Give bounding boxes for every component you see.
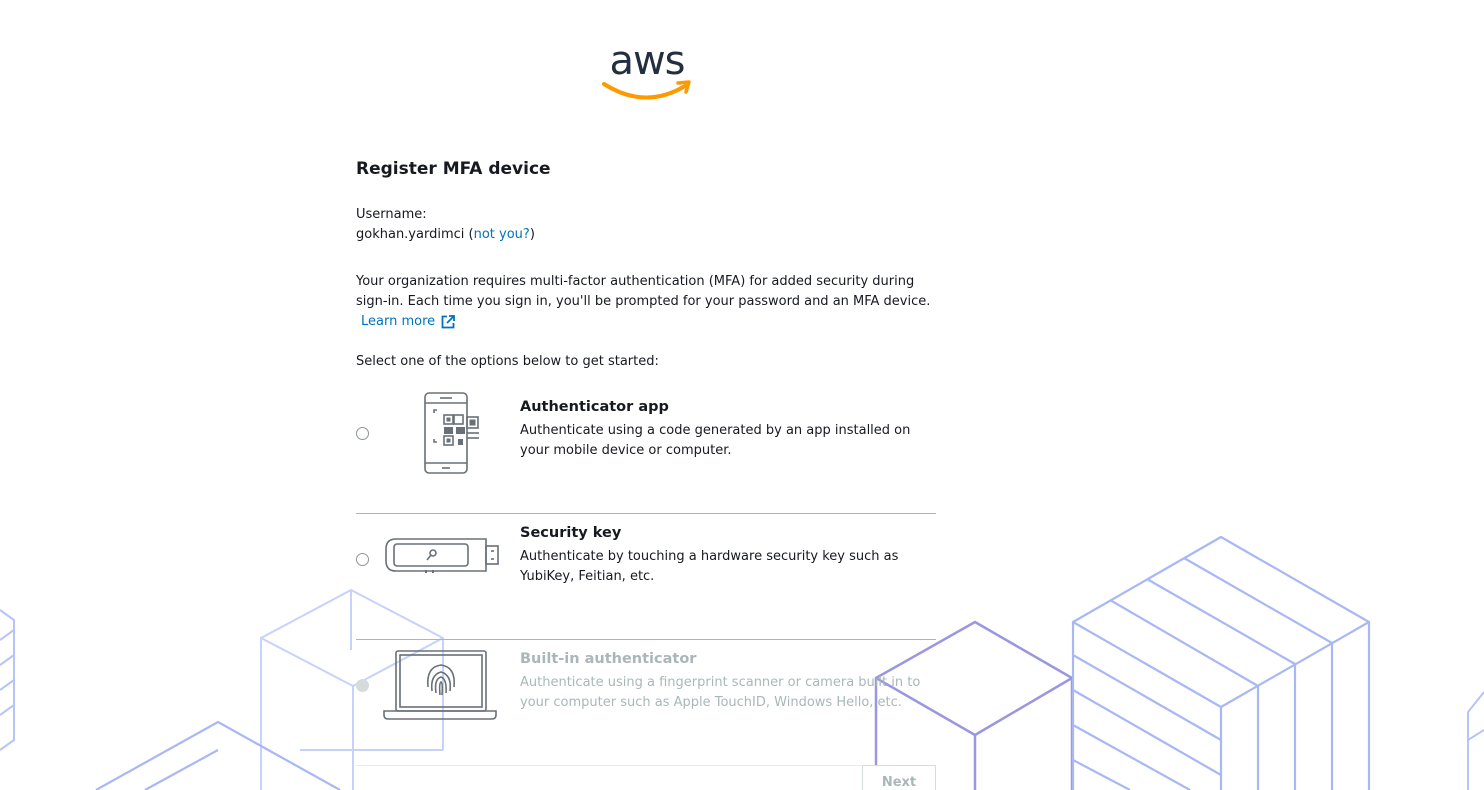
next-button[interactable]: Next: [862, 765, 936, 790]
mfa-registration-page: aws Register MFA device Username: gokhan…: [0, 0, 1484, 790]
learn-more-link[interactable]: Learn more: [361, 312, 456, 332]
page-title: Register MFA device: [356, 159, 551, 179]
not-you-close-paren: ): [529, 227, 535, 242]
option-authenticator-app[interactable]: Authenticator app Authenticate using a c…: [356, 387, 936, 514]
security-key-description: Authenticate by touching a hardware secu…: [520, 549, 899, 584]
authenticator-app-title: Authenticator app: [520, 399, 669, 415]
built-in-authenticator-description: Authenticate using a fingerprint scanner…: [520, 675, 921, 710]
aws-smile-icon: [602, 80, 691, 100]
security-key-title: Security key: [520, 525, 622, 541]
username-block: Username: gokhan.yardimci (not you?): [356, 205, 535, 245]
option-built-in-authenticator: Built-in authenticator Authenticate usin…: [356, 639, 936, 766]
phone-qr-icon: [424, 392, 479, 474]
authenticator-app-description: Authenticate using a code generated by a…: [520, 423, 911, 458]
built-in-authenticator-title: Built-in authenticator: [520, 651, 697, 667]
username-row: gokhan.yardimci (not you?): [356, 225, 535, 245]
usb-key-icon: [385, 538, 499, 573]
learn-more-label: Learn more: [361, 314, 436, 329]
not-you-link[interactable]: not you?: [474, 227, 530, 242]
option-security-key[interactable]: Security key Authenticate by touching a …: [356, 513, 936, 640]
authenticator-app-radio[interactable]: [356, 427, 369, 440]
select-prompt: Select one of the options below to get s…: [356, 354, 659, 369]
mfa-description: Your organization requires multi-factor …: [356, 274, 931, 309]
laptop-fingerprint-icon: [383, 650, 497, 720]
built-in-authenticator-radio: [356, 679, 369, 692]
username-label: Username:: [356, 207, 427, 222]
external-link-icon: [441, 315, 456, 329]
aws-logo: aws: [601, 38, 693, 104]
security-key-radio[interactable]: [356, 553, 369, 566]
username-value: gokhan.yardimci: [356, 227, 465, 242]
